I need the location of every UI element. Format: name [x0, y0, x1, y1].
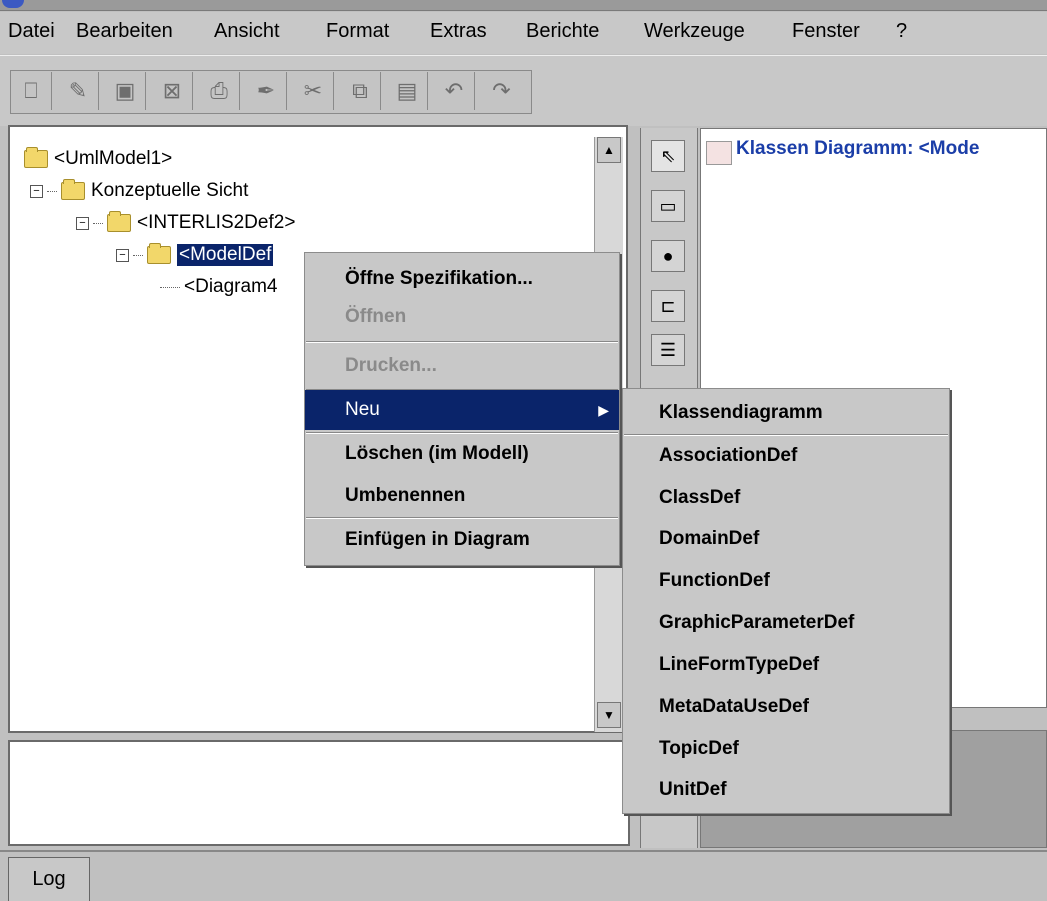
- window-title-strip: [0, 0, 1047, 11]
- menu-item-open[interactable]: Öffnen: [305, 297, 619, 337]
- menu-item-label: Neu: [345, 399, 380, 420]
- tab-log[interactable]: Log: [8, 857, 90, 901]
- tree-node-modeldef[interactable]: − <ModelDef: [116, 241, 274, 269]
- menu-item-open-spec[interactable]: Öffne Spezifikation...: [305, 259, 619, 299]
- divider: [0, 850, 1047, 852]
- tree-node-label: <UmlModel1>: [54, 148, 173, 169]
- menu-werkzeuge[interactable]: Werkzeuge: [644, 20, 745, 43]
- tree-node-konzeptuelle-sicht[interactable]: − Konzeptuelle Sicht: [30, 177, 248, 205]
- submenu-item-domaindef[interactable]: DomainDef: [623, 519, 949, 559]
- menu-help[interactable]: ?: [896, 20, 907, 43]
- context-menu: Öffne Spezifikation... Öffnen Drucken...…: [304, 252, 620, 566]
- scroll-up-icon[interactable]: ▲: [597, 137, 621, 163]
- submenu-neu: Klassendiagramm AssociationDef ClassDef …: [622, 388, 950, 814]
- menu-fenster[interactable]: Fenster: [792, 20, 860, 43]
- copy-icon[interactable]: ⧉: [340, 72, 381, 110]
- menu-bearbeiten[interactable]: Bearbeiten: [76, 20, 173, 43]
- menu-berichte[interactable]: Berichte: [526, 20, 599, 43]
- menu-item-new[interactable]: Neu ▶: [305, 390, 619, 430]
- diagram-title: Klassen Diagramm: <Mode: [736, 138, 980, 159]
- note-icon[interactable]: ▭: [651, 190, 685, 222]
- menu-separator: [306, 341, 618, 343]
- menu-format[interactable]: Format: [326, 20, 389, 43]
- tree-node-diagram[interactable]: <Diagram4: [160, 273, 277, 301]
- redo-icon[interactable]: ↷: [481, 72, 522, 110]
- actor-icon[interactable]: ●: [651, 240, 685, 272]
- undo-icon[interactable]: ↶: [434, 72, 475, 110]
- submenu-item-associationdef[interactable]: AssociationDef: [623, 436, 949, 476]
- close-icon[interactable]: ⊠: [152, 72, 193, 110]
- app-icon: [2, 0, 24, 8]
- save-icon[interactable]: ▣: [105, 72, 146, 110]
- menu-bar: Datei Bearbeiten Ansicht Format Extras B…: [0, 12, 1047, 54]
- collapse-icon[interactable]: −: [116, 248, 129, 262]
- menu-item-insert-diagram[interactable]: Einfügen in Diagram: [305, 520, 619, 560]
- tree-node-label: <ModelDef: [177, 244, 274, 266]
- submenu-item-klassendiagramm[interactable]: Klassendiagramm: [623, 393, 949, 433]
- collapse-icon[interactable]: −: [30, 184, 43, 198]
- edit-icon[interactable]: ✒: [246, 72, 287, 110]
- package-icon[interactable]: ⊏: [651, 290, 685, 322]
- menu-ansicht[interactable]: Ansicht: [214, 20, 280, 43]
- folder-icon: [107, 211, 131, 232]
- submenu-item-topicdef[interactable]: TopicDef: [623, 729, 949, 769]
- tree-node-label: Konzeptuelle Sicht: [91, 180, 249, 201]
- submenu-item-metadatausedef[interactable]: MetaDataUseDef: [623, 687, 949, 727]
- tree-node-root[interactable]: <UmlModel1>: [24, 145, 172, 173]
- pointer-icon[interactable]: ⇖: [651, 140, 685, 172]
- menu-item-print[interactable]: Drucken...: [305, 346, 619, 386]
- main-toolbar: ⎕ ✎ ▣ ⊠ ⎙ ✒ ✂ ⧉ ▤ ↶ ↷: [0, 55, 1047, 126]
- folder-icon: [24, 147, 48, 168]
- menu-item-delete[interactable]: Löschen (im Modell): [305, 434, 619, 474]
- toolbar-button-group: ⎕ ✎ ▣ ⊠ ⎙ ✒ ✂ ⧉ ▤ ↶ ↷: [10, 70, 532, 114]
- tree-node-label: <Diagram4: [184, 276, 278, 297]
- menu-extras[interactable]: Extras: [430, 20, 487, 43]
- menu-item-rename[interactable]: Umbenennen: [305, 476, 619, 516]
- submenu-arrow-icon: ▶: [598, 401, 609, 418]
- log-output-area[interactable]: [8, 740, 630, 846]
- scroll-down-icon[interactable]: ▼: [597, 702, 621, 728]
- submenu-item-unitdef[interactable]: UnitDef: [623, 770, 949, 810]
- diagram-icon: [706, 141, 732, 165]
- folder-icon: [61, 179, 85, 200]
- submenu-item-classdef[interactable]: ClassDef: [623, 478, 949, 518]
- submenu-item-functiondef[interactable]: FunctionDef: [623, 561, 949, 601]
- print-icon[interactable]: ⎙: [199, 72, 240, 110]
- class-icon[interactable]: ☰: [651, 334, 685, 366]
- tree-node-interlis2def2[interactable]: − <INTERLIS2Def2>: [76, 209, 295, 237]
- folder-icon: [147, 243, 171, 264]
- collapse-icon[interactable]: −: [76, 216, 89, 230]
- open-icon[interactable]: ✎: [58, 72, 99, 110]
- new-icon[interactable]: ⎕: [11, 72, 52, 110]
- menu-separator: [306, 517, 618, 519]
- tree-node-label: <INTERLIS2Def2>: [137, 212, 296, 233]
- paste-icon[interactable]: ▤: [387, 72, 428, 110]
- menu-datei[interactable]: Datei: [8, 20, 55, 43]
- submenu-item-lineformtypedef[interactable]: LineFormTypeDef: [623, 645, 949, 685]
- submenu-item-graphicparameterdef[interactable]: GraphicParameterDef: [623, 603, 949, 643]
- cut-icon[interactable]: ✂: [293, 72, 334, 110]
